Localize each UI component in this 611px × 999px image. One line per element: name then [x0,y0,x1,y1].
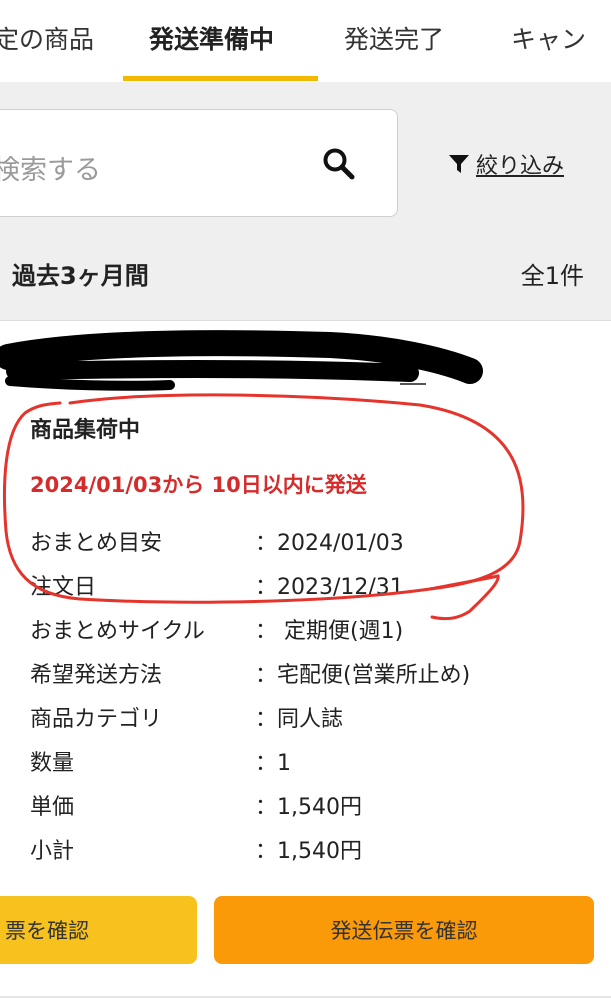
filter-label: 絞り込み [476,154,565,179]
view-slip-button[interactable]: 票を確認 [0,896,197,964]
detail-value: ： 定期便(週1) [255,619,404,644]
card-divider [0,996,611,998]
order-status: 商品集荷中 [30,418,141,443]
detail-value: ：2024/01/03 [255,531,404,556]
tab-shipped[interactable]: 発送完了 [344,20,444,56]
detail-label: 数量 [30,751,75,776]
view-shipping-slip-button[interactable]: 発送伝票を確認 [214,896,594,964]
detail-label: おまとめサイクル [30,619,205,644]
detail-label: 商品カテゴリ [30,707,163,732]
shipping-notice: 2024/01/03から 10日以内に発送 [30,473,367,497]
search-placeholder: 検索する [0,155,101,186]
detail-label: 希望発送方法 [30,663,163,688]
result-count: 全1件 [520,262,584,290]
order-card: 商品集荷中 2024/01/03から 10日以内に発送 おまとめ目安 ：2024… [0,321,611,999]
tab-scheduled-items[interactable]: 定の商品 [0,20,94,56]
filter-button[interactable]: 絞り込み [448,148,564,180]
detail-label: 注文日 [30,575,97,600]
active-tab-indicator [123,76,318,81]
tab-bar: 定の商品 発送準備中 発送完了 キャン [0,0,611,82]
search-filter-area: 検索する 絞り込み 過去3ヶ月間 全1件 [0,82,611,321]
detail-value: ：1 [255,751,291,776]
search-icon[interactable] [321,146,357,182]
detail-value: ：同人誌 [255,707,344,732]
detail-value: ：1,540円 [255,795,362,820]
detail-value: ：2023/12/31 [255,575,404,600]
period-label: 過去3ヶ月間 [12,262,149,290]
filter-icon [449,155,469,173]
detail-label: 単価 [30,795,75,820]
redaction-scribble [0,330,483,391]
tab-cancelled[interactable]: キャン [511,20,586,56]
detail-value: ：1,540円 [255,839,362,864]
tab-preparing-shipment[interactable]: 発送準備中 [149,20,274,56]
detail-label: 小計 [30,839,75,864]
detail-value: ：宅配便(営業所止め) [255,663,471,688]
search-input[interactable]: 検索する [0,109,398,217]
detail-label: おまとめ目安 [30,531,163,556]
